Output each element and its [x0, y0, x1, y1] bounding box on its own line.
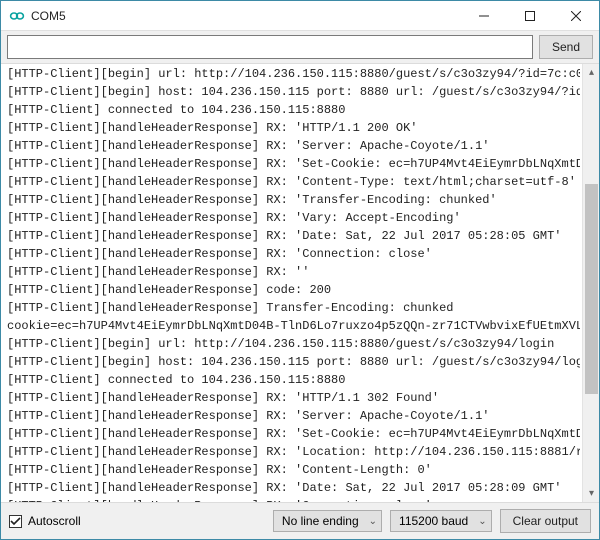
vertical-scrollbar[interactable]: ▴ ▾ — [582, 64, 599, 502]
baud-select[interactable]: 115200 baud ⌄ — [390, 510, 492, 532]
console-line: [HTTP-Client][handleHeaderResponse] RX: … — [7, 497, 580, 502]
autoscroll-checkbox[interactable]: Autoscroll — [9, 514, 81, 528]
send-row: Send — [1, 31, 599, 64]
console-line: [HTTP-Client][handleHeaderResponse] RX: … — [7, 407, 580, 425]
console-line: [HTTP-Client][begin] url: http://104.236… — [7, 65, 580, 83]
chevron-down-icon: ⌄ — [478, 516, 486, 527]
scroll-down-arrow-icon[interactable]: ▾ — [583, 485, 599, 502]
console-line: [HTTP-Client][handleHeaderResponse] RX: … — [7, 209, 580, 227]
console-text[interactable]: [HTTP-Client][begin] url: http://104.236… — [1, 64, 582, 502]
console-line: [HTTP-Client][handleHeaderResponse] RX: … — [7, 263, 580, 281]
console-line: [HTTP-Client][begin] host: 104.236.150.1… — [7, 83, 580, 101]
console-line: [HTTP-Client][handleHeaderResponse] Tran… — [7, 299, 580, 317]
console-line: [HTTP-Client][handleHeaderResponse] RX: … — [7, 155, 580, 173]
console-line: [HTTP-Client][handleHeaderResponse] RX: … — [7, 227, 580, 245]
autoscroll-label: Autoscroll — [28, 514, 81, 528]
window-controls — [461, 1, 599, 30]
chevron-down-icon: ⌄ — [369, 516, 377, 527]
minimize-button[interactable] — [461, 1, 507, 30]
close-button[interactable] — [553, 1, 599, 30]
line-ending-value: No line ending — [282, 514, 359, 528]
console-line: [HTTP-Client] connected to 104.236.150.1… — [7, 371, 580, 389]
title-bar: COM5 — [1, 1, 599, 31]
console-line: [HTTP-Client] connected to 104.236.150.1… — [7, 101, 580, 119]
baud-value: 115200 baud — [399, 514, 468, 528]
console-line: [HTTP-Client][begin] host: 104.236.150.1… — [7, 353, 580, 371]
console-line: cookie=ec=h7UP4Mvt4EiEymrDbLNqXmtD04B-Tl… — [7, 317, 580, 335]
clear-output-button[interactable]: Clear output — [500, 509, 591, 533]
scroll-thumb[interactable] — [585, 184, 598, 394]
console-line: [HTTP-Client][handleHeaderResponse] RX: … — [7, 425, 580, 443]
window-title: COM5 — [31, 9, 461, 23]
console-line: [HTTP-Client][handleHeaderResponse] RX: … — [7, 245, 580, 263]
scroll-up-arrow-icon[interactable]: ▴ — [583, 64, 599, 81]
console-line: [HTTP-Client][begin] url: http://104.236… — [7, 335, 580, 353]
console-line: [HTTP-Client][handleHeaderResponse] RX: … — [7, 119, 580, 137]
console-line: [HTTP-Client][handleHeaderResponse] RX: … — [7, 191, 580, 209]
serial-monitor-window: COM5 Send [HTTP-Client][begin] url: http… — [0, 0, 600, 540]
maximize-button[interactable] — [507, 1, 553, 30]
console-line: [HTTP-Client][handleHeaderResponse] RX: … — [7, 443, 580, 461]
console-line: [HTTP-Client][handleHeaderResponse] code… — [7, 281, 580, 299]
checkbox-box — [9, 515, 22, 528]
line-ending-select[interactable]: No line ending ⌄ — [273, 510, 382, 532]
console-line: [HTTP-Client][handleHeaderResponse] RX: … — [7, 461, 580, 479]
console-line: [HTTP-Client][handleHeaderResponse] RX: … — [7, 173, 580, 191]
console-line: [HTTP-Client][handleHeaderResponse] RX: … — [7, 389, 580, 407]
send-button[interactable]: Send — [539, 35, 593, 59]
bottom-bar: Autoscroll No line ending ⌄ 115200 baud … — [1, 503, 599, 539]
arduino-icon — [9, 8, 25, 24]
console-line: [HTTP-Client][handleHeaderResponse] RX: … — [7, 479, 580, 497]
console-line: [HTTP-Client][handleHeaderResponse] RX: … — [7, 137, 580, 155]
serial-input[interactable] — [7, 35, 533, 59]
console-area: [HTTP-Client][begin] url: http://104.236… — [1, 64, 599, 503]
